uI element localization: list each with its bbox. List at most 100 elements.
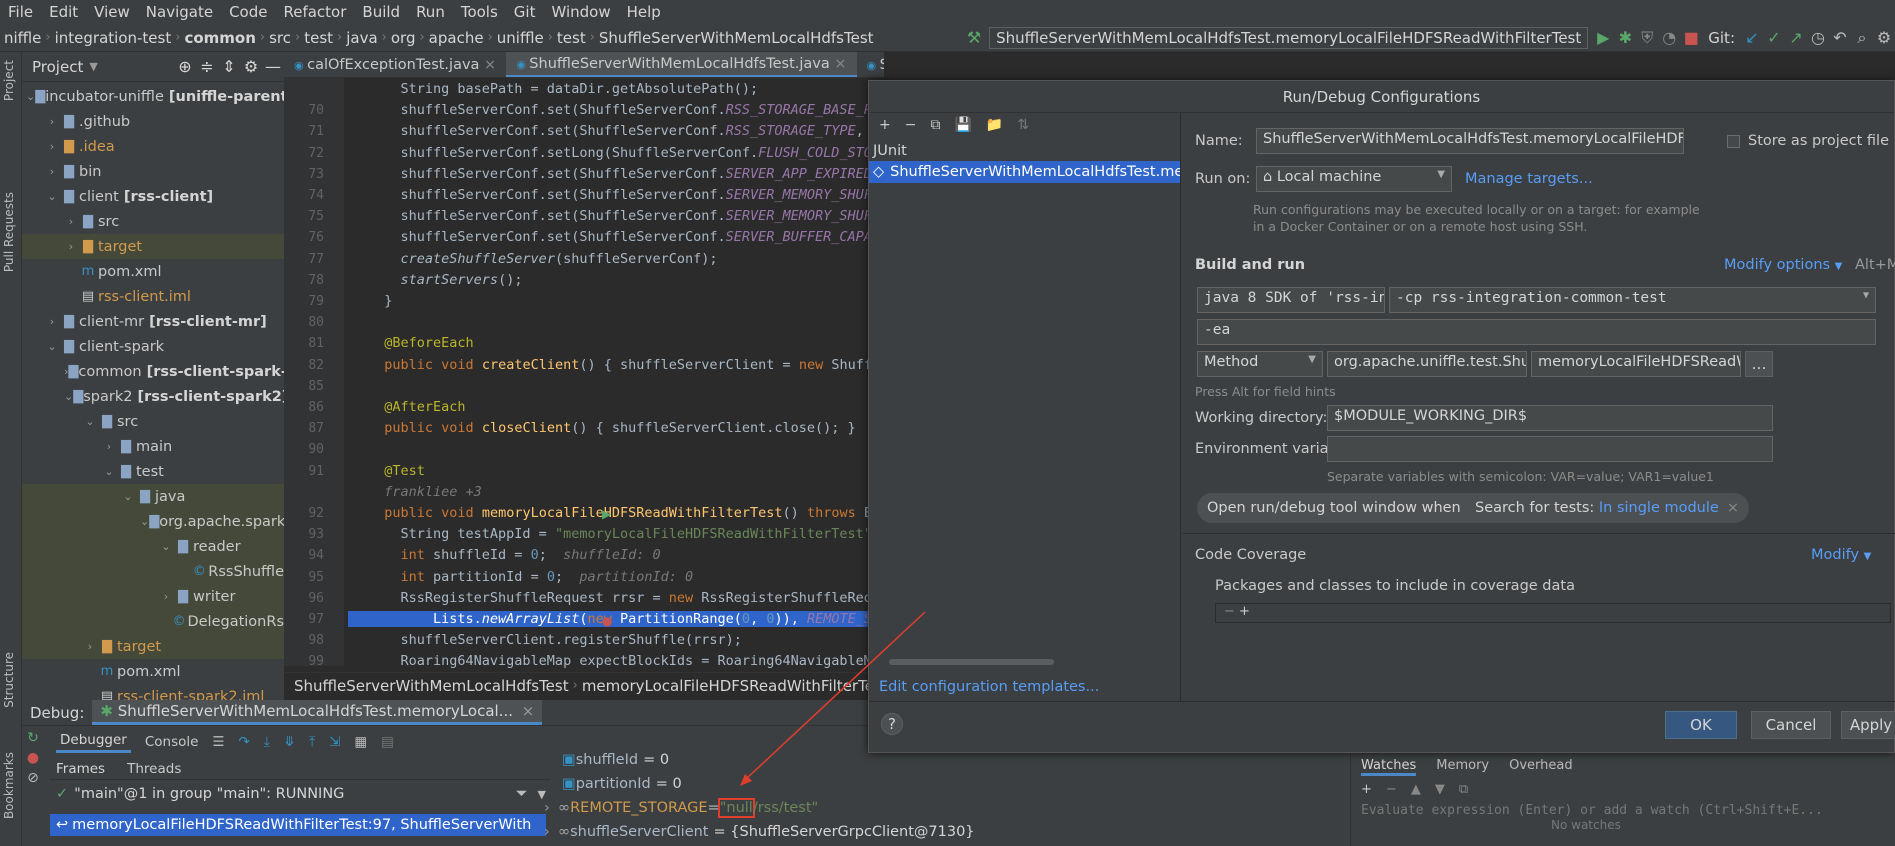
menu-icon[interactable]: ☰ <box>212 734 224 750</box>
tree-item[interactable]: © DelegationRs <box>22 609 284 634</box>
code-line[interactable]: int partitionId = 0; partitionId: 0 <box>368 569 694 585</box>
code-line[interactable]: shuffleServerConf.set(ShuffleServerConf.… <box>368 166 897 182</box>
project-tool-tab[interactable]: Project <box>2 60 16 101</box>
variable-row[interactable]: › ∞ shuffleServerClient = {ShuffleServerGr… <box>534 820 1364 844</box>
tree-item[interactable]: › ▇ .github <box>22 109 284 134</box>
tree-item[interactable]: › ▇ client-mr [rss-client-mr] <box>22 309 284 334</box>
tab-debugger[interactable]: Debugger <box>56 730 131 753</box>
manage-targets-link[interactable]: Manage targets... <box>1465 171 1593 187</box>
tree-item[interactable]: ⌄ ▇ spark2 [rss-client-spark2] <box>22 384 288 409</box>
code-line[interactable]: String basePath = dataDir.getAbsolutePat… <box>368 81 759 97</box>
config-list-item[interactable]: ◇ ShuffleServerWithMemLocalHdfsTest.memo… <box>869 161 1180 183</box>
chevron-down-icon[interactable]: ⌄ <box>45 190 59 203</box>
tab-memory[interactable]: Memory <box>1436 758 1489 776</box>
add-config-icon[interactable]: + <box>879 117 891 133</box>
history-icon[interactable]: ◷ <box>1807 28 1829 47</box>
settings-icon[interactable]: ⚙ <box>1873 28 1895 47</box>
classpath-select[interactable]: -cp rss-integration-common-test ▼ <box>1389 287 1876 313</box>
menu-run[interactable]: Run <box>408 3 453 21</box>
move-into-folder-icon[interactable]: 📁 <box>986 117 1003 133</box>
save-config-icon[interactable]: 💾 <box>954 117 971 133</box>
code-line[interactable]: @BeforeEach <box>368 335 473 351</box>
search-for-tests-chip[interactable]: Search for tests: In single module × <box>1465 493 1749 523</box>
store-project-file-checkbox[interactable]: Store as project file <box>1727 133 1889 149</box>
breadcrumb-item[interactable]: common <box>180 29 259 47</box>
chevron-right-icon[interactable]: › <box>45 165 59 178</box>
menu-git[interactable]: Git <box>506 3 544 21</box>
expand-all-icon[interactable]: ⇕ <box>218 57 240 76</box>
menu-build[interactable]: Build <box>354 3 408 21</box>
thread-select[interactable]: "main"@1 in group "main": RUNNING <box>74 786 344 802</box>
tab-watches[interactable]: Watches <box>1361 758 1417 776</box>
sort-icon[interactable]: ⇅ <box>1017 117 1029 133</box>
git-commit-icon[interactable]: ✓ <box>1763 28 1785 47</box>
hammer-icon[interactable]: ⚒ <box>963 28 985 47</box>
evaluate-icon[interactable]: ▦ <box>354 734 367 750</box>
coverage-icon[interactable]: ⛨ <box>1636 28 1658 48</box>
copy-config-icon[interactable]: ⧉ <box>930 117 940 133</box>
stack-frame-row[interactable]: ↩ memoryLocalFileHDFSReadWithFilterTest:… <box>50 814 546 836</box>
close-icon[interactable]: × <box>479 57 496 73</box>
help-button[interactable]: ? <box>881 713 903 735</box>
tree-item[interactable]: © RssShuffle <box>22 559 284 584</box>
chevron-down-icon[interactable]: ⌄ <box>121 490 135 503</box>
env-vars-field[interactable] <box>1327 436 1773 462</box>
breakpoint-icon[interactable]: ● <box>602 614 612 628</box>
chevron-right-icon[interactable]: › <box>544 800 558 816</box>
chevron-right-icon[interactable]: › <box>159 590 173 603</box>
tree-item[interactable]: m pom.xml <box>22 259 284 284</box>
collapse-all-icon[interactable]: ≑ <box>196 57 218 76</box>
tree-item[interactable]: › ▇ target <box>22 234 284 259</box>
breadcrumb-item[interactable]: apache <box>425 29 488 47</box>
chevron-right-icon[interactable]: › <box>102 440 116 453</box>
menu-code[interactable]: Code <box>221 3 275 21</box>
cancel-button[interactable]: Cancel <box>1751 711 1831 739</box>
tab-frames[interactable]: Frames <box>50 761 111 777</box>
chevron-right-icon[interactable]: › <box>64 215 78 228</box>
tree-item[interactable]: › ▇ main <box>22 434 284 459</box>
close-icon[interactable]: × <box>522 702 535 720</box>
debug-icon[interactable]: ✱ <box>1614 28 1636 47</box>
menu-tools[interactable]: Tools <box>453 3 506 21</box>
mute-breakpoints-icon[interactable]: ⊘ <box>27 770 39 786</box>
code-line[interactable]: shuffleServerConf.set(ShuffleServerConf.… <box>368 208 897 224</box>
code-line[interactable]: @AfterEach <box>368 399 465 415</box>
chevron-down-icon[interactable]: ⌄ <box>64 390 73 403</box>
ok-button[interactable]: OK <box>1665 711 1737 739</box>
breadcrumb-item[interactable]: integration-test <box>51 29 176 47</box>
run-to-cursor-icon[interactable]: ⇲ <box>329 734 340 750</box>
chevron-down-icon[interactable]: ⌄ <box>140 515 149 528</box>
git-update-icon[interactable]: ↙ <box>1741 28 1763 47</box>
profile-icon[interactable]: ◔ <box>1658 28 1680 47</box>
menu-navigate[interactable]: Navigate <box>138 3 221 21</box>
tab-console[interactable]: Console <box>145 734 199 750</box>
tree-item[interactable]: ⌄ ▇ src <box>22 409 284 434</box>
editor-tab[interactable]: ◉ ShuffleReadClientImpl.java × <box>857 57 884 73</box>
code-line[interactable]: shuffleServerConf.set(ShuffleServerConf.… <box>368 187 897 203</box>
breadcrumb-item[interactable]: ShuffleServerWithMemLocalHdfsTest <box>595 29 878 47</box>
name-field[interactable]: ShuffleServerWithMemLocalHdfsTest.memory… <box>1256 128 1684 154</box>
pull-requests-tool-tab[interactable]: Pull Requests <box>2 192 16 272</box>
tree-item[interactable]: ⌄ ▇ java <box>22 484 284 509</box>
stop-icon[interactable]: ■ <box>1680 28 1702 47</box>
add-icon[interactable]: + <box>1361 782 1372 797</box>
menu-file[interactable]: File <box>0 3 41 21</box>
chevron-right-icon[interactable]: › <box>544 824 558 840</box>
tree-item[interactable]: › ▇ bin <box>22 159 284 184</box>
structure-tool-tab[interactable]: Structure <box>2 652 16 708</box>
tree-item[interactable]: ▤ rss-client.iml <box>22 284 284 309</box>
code-line[interactable]: createShuffleServer(shuffleServerConf); <box>368 251 718 267</box>
tab-threads[interactable]: Threads <box>127 761 181 777</box>
run-gutter-icon[interactable]: ▶ <box>602 507 611 521</box>
chevron-right-icon[interactable]: › <box>45 315 59 328</box>
code-line[interactable]: shuffleServerConf.setLong(ShuffleServerC… <box>368 145 905 161</box>
remove-icon[interactable]: − <box>1224 604 1239 619</box>
git-push-icon[interactable]: ↗ <box>1785 28 1807 47</box>
breadcrumb-item[interactable]: src <box>265 29 295 47</box>
gear-icon[interactable]: ⚙ <box>240 57 262 76</box>
jdk-select[interactable]: java 8 SDK of 'rss-int <box>1197 287 1385 313</box>
code-line[interactable]: public void closeClient() { shuffleServe… <box>368 420 855 436</box>
code-line[interactable]: shuffleServerConf.set(ShuffleServerConf.… <box>368 123 905 139</box>
code-line[interactable]: shuffleServerClient.registerShuffle(rrsr… <box>368 632 742 648</box>
close-icon[interactable]: × <box>1727 500 1739 516</box>
